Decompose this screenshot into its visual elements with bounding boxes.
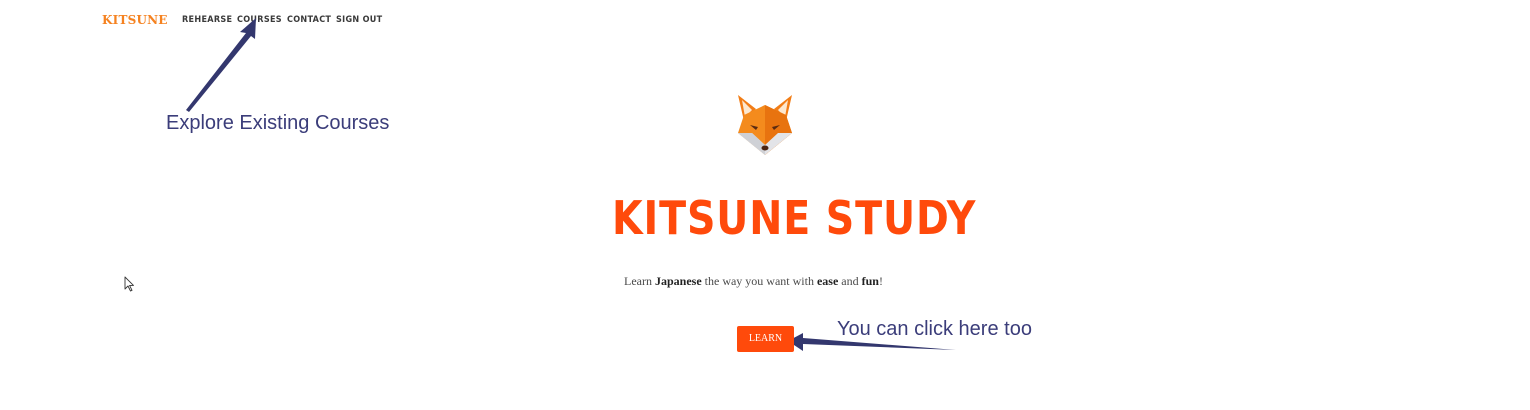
hero-title: KITSUNE STUDY [612,191,977,245]
tagline-text: and [838,274,862,288]
tagline-text: Learn [624,274,655,288]
tagline-text: ! [878,274,883,288]
annotation-arrow-icon [186,18,256,112]
fox-head-icon [738,95,792,155]
hero-tagline: Learn Japanese the way you want with eas… [624,273,883,289]
brand-logo-link[interactable]: KITSUNE [102,12,168,28]
tagline-bold-fun: fun [861,274,879,288]
tagline-bold-japanese: Japanese [654,274,702,288]
nav-link-contact[interactable]: CONTACT [287,12,331,28]
nav-link-sign-out[interactable]: SIGN OUT [336,12,382,28]
annotation-learn-note: You can click here too [837,318,1032,340]
tagline-bold-ease: ease [816,274,839,288]
nav-link-rehearse[interactable]: REHEARSE [182,12,232,28]
nav-link-courses[interactable]: COURSES [237,12,282,28]
annotation-courses-note: Explore Existing Courses [166,112,390,134]
tagline-text: the way you want with [701,274,817,288]
learn-button[interactable]: LEARN [737,326,794,352]
mouse-pointer-icon [124,276,134,292]
